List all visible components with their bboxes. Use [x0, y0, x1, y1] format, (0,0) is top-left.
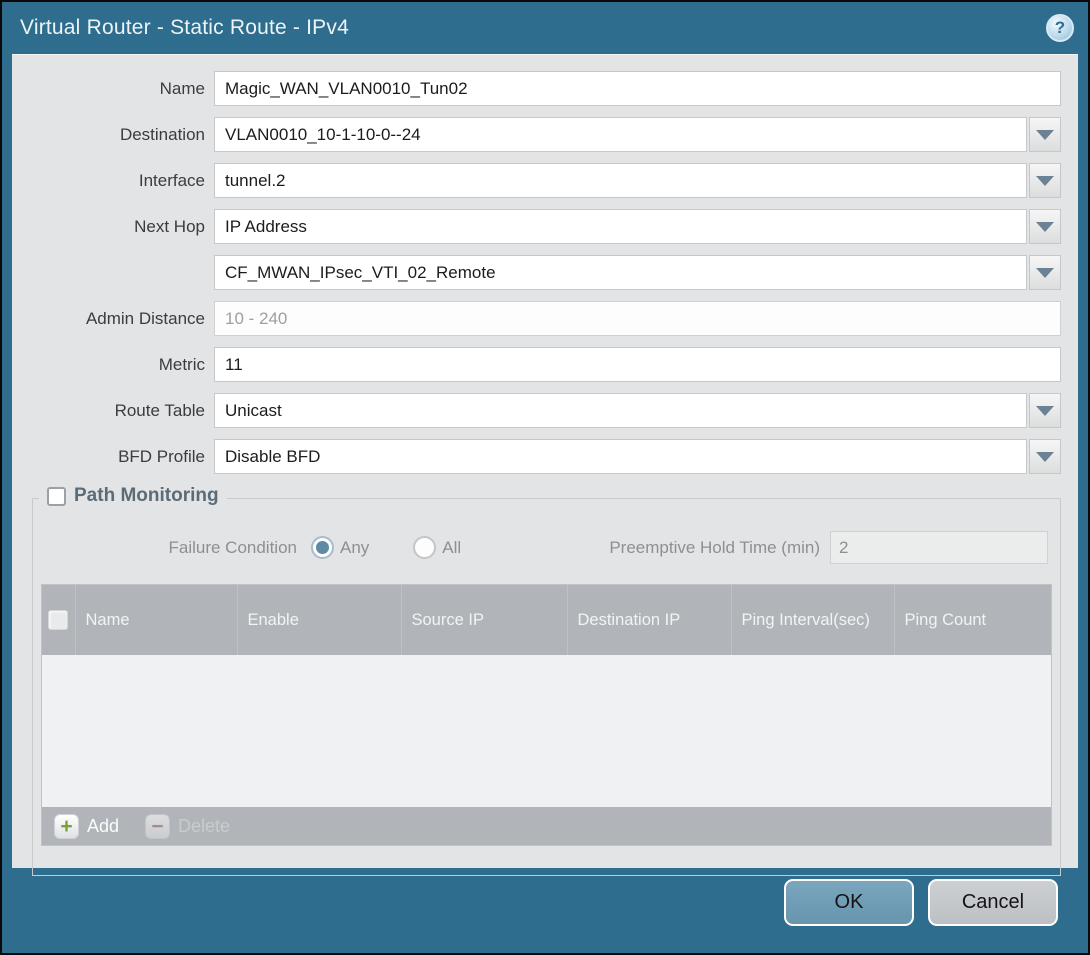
add-button-label: Add [87, 816, 119, 837]
delete-minus-icon: − [145, 814, 170, 839]
failure-condition-all-radio[interactable] [413, 536, 436, 559]
destination-row: Destination [12, 117, 1061, 152]
dialog-title: Virtual Router - Static Route - IPv4 [20, 16, 349, 40]
cancel-button[interactable]: Cancel [928, 879, 1058, 926]
name-input[interactable] [214, 71, 1061, 106]
table-body-empty [42, 655, 1051, 807]
add-button[interactable]: + Add [54, 814, 119, 839]
route-table-row: Route Table [12, 393, 1061, 428]
destination-input[interactable] [214, 117, 1027, 152]
column-header-source-ip[interactable]: Source IP [401, 585, 567, 655]
admin-distance-label: Admin Distance [12, 309, 205, 329]
dialog-titlebar: Virtual Router - Static Route - IPv4 ? [2, 2, 1088, 54]
failure-condition-any-radio[interactable] [311, 536, 334, 559]
chevron-down-icon [1036, 406, 1054, 416]
interface-dropdown-button[interactable] [1029, 163, 1061, 198]
path-monitoring-title: Path Monitoring [74, 485, 219, 507]
destination-label: Destination [12, 125, 205, 145]
metric-input[interactable] [214, 347, 1061, 382]
help-icon[interactable]: ? [1046, 14, 1074, 42]
name-row: Name [12, 71, 1061, 106]
next-hop-address-input[interactable] [214, 255, 1027, 290]
next-hop-type-input[interactable] [214, 209, 1027, 244]
delete-button[interactable]: − Delete [145, 814, 230, 839]
bfd-profile-dropdown-button[interactable] [1029, 439, 1061, 474]
chevron-down-icon [1036, 268, 1054, 278]
help-icon-glyph: ? [1055, 18, 1065, 38]
bfd-profile-input[interactable] [214, 439, 1027, 474]
failure-condition-any-label: Any [340, 538, 369, 558]
path-monitoring-group: Path Monitoring Failure Condition Any Al… [32, 498, 1061, 876]
path-monitoring-checkbox[interactable] [47, 487, 66, 506]
destination-dropdown-button[interactable] [1029, 117, 1061, 152]
admin-distance-row: Admin Distance [12, 301, 1061, 336]
bfd-profile-row: BFD Profile [12, 439, 1061, 474]
chevron-down-icon [1036, 452, 1054, 462]
table-footer-bar: + Add − Delete [42, 807, 1051, 845]
dialog-footer: OK Cancel [2, 868, 1088, 953]
column-header-ping-count[interactable]: Ping Count [894, 585, 1051, 655]
column-header-name[interactable]: Name [75, 585, 237, 655]
metric-label: Metric [12, 355, 205, 375]
next-hop-dropdown-button[interactable] [1029, 209, 1061, 244]
add-plus-icon: + [54, 814, 79, 839]
chevron-down-icon [1036, 222, 1054, 232]
interface-input[interactable] [214, 163, 1027, 198]
delete-button-label: Delete [178, 816, 230, 837]
column-header-destination-ip[interactable]: Destination IP [567, 585, 731, 655]
bfd-profile-label: BFD Profile [12, 447, 205, 467]
column-header-ping-interval[interactable]: Ping Interval(sec) [731, 585, 894, 655]
next-hop-row: Next Hop [12, 209, 1061, 244]
next-hop-address-row [12, 255, 1061, 290]
interface-row: Interface [12, 163, 1061, 198]
chevron-down-icon [1036, 176, 1054, 186]
path-monitoring-table: Name Enable Source IP Destination IP Pin… [41, 584, 1052, 846]
dialog-content: Name Destination Interface [12, 54, 1078, 868]
static-route-dialog: Virtual Router - Static Route - IPv4 ? N… [0, 0, 1090, 955]
route-table-input[interactable] [214, 393, 1027, 428]
path-monitoring-legend: Path Monitoring [39, 485, 227, 507]
failure-condition-radios: Any All [311, 536, 499, 559]
preemptive-hold-time-input[interactable] [830, 531, 1048, 564]
next-hop-address-dropdown-button[interactable] [1029, 255, 1061, 290]
route-table-label: Route Table [12, 401, 205, 421]
chevron-down-icon [1036, 130, 1054, 140]
route-table-dropdown-button[interactable] [1029, 393, 1061, 428]
route-form: Name Destination Interface [12, 55, 1078, 474]
column-header-enable[interactable]: Enable [237, 585, 401, 655]
metric-row: Metric [12, 347, 1061, 382]
table-header-row: Name Enable Source IP Destination IP Pin… [42, 585, 1051, 655]
failure-condition-row: Failure Condition Any All Preemptive Hol… [41, 531, 1048, 564]
failure-condition-label: Failure Condition [41, 538, 297, 558]
next-hop-label: Next Hop [12, 217, 205, 237]
failure-condition-all-label: All [442, 538, 461, 558]
interface-label: Interface [12, 171, 205, 191]
select-all-checkbox[interactable] [48, 610, 68, 630]
admin-distance-input[interactable] [214, 301, 1061, 336]
name-label: Name [12, 79, 205, 99]
preemptive-hold-time-label: Preemptive Hold Time (min) [609, 538, 820, 558]
ok-button[interactable]: OK [784, 879, 914, 926]
